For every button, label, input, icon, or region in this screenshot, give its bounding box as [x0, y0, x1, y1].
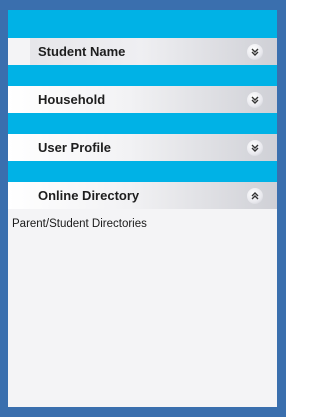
accordion-header-household[interactable]: Household — [8, 86, 277, 113]
chevron-double-down-icon[interactable] — [247, 91, 263, 108]
chevron-double-down-icon[interactable] — [247, 139, 263, 156]
accent-band-top — [8, 10, 277, 38]
accordion-header-label: Online Directory — [38, 188, 140, 203]
accordion-container: Student Name Household User Profile Onli… — [8, 10, 277, 407]
sidebar-panel: Student Name Household User Profile Onli… — [0, 0, 286, 417]
accordion-content-online-directory: Parent/Student Directories — [8, 209, 277, 407]
accent-band — [8, 113, 277, 134]
accordion-header-label: Household — [38, 92, 106, 107]
accent-band — [8, 65, 277, 86]
accordion-header-label: User Profile — [38, 140, 111, 155]
chevron-double-up-icon[interactable] — [247, 187, 263, 204]
directory-link[interactable]: Parent/Student Directories — [12, 218, 147, 230]
accordion-header-user-profile[interactable]: User Profile — [8, 134, 277, 161]
accordion-header-label: Student Name — [38, 44, 126, 59]
accent-band — [8, 161, 277, 182]
accordion-header-online-directory[interactable]: Online Directory — [8, 182, 277, 209]
accordion-header-student-name[interactable]: Student Name — [30, 38, 277, 65]
chevron-double-down-icon[interactable] — [247, 43, 263, 60]
